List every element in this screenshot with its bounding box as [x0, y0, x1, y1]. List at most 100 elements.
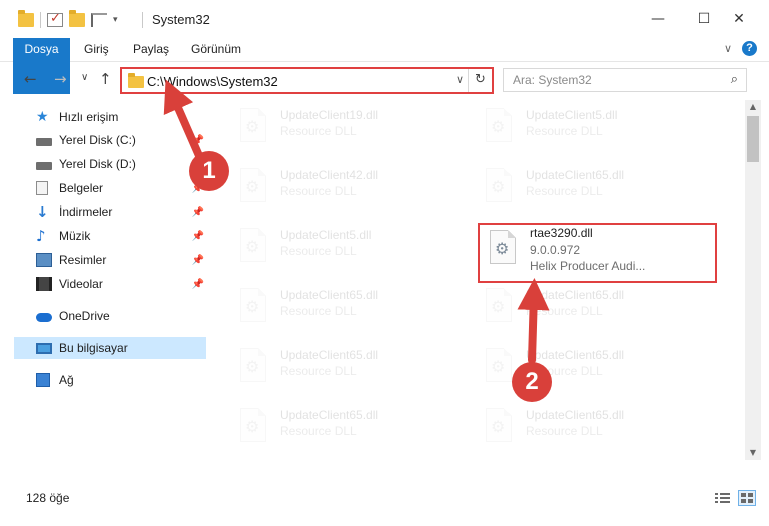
file-item[interactable]: ⚙ UpdateClient19.dll Resource DLL: [230, 100, 470, 156]
scroll-up-icon[interactable]: ▲: [745, 100, 761, 114]
file-item[interactable]: ⚙ UpdateClient65.dll Resource DLL: [230, 400, 470, 456]
recent-locations-button[interactable]: ∨: [81, 72, 88, 83]
file-name: UpdateClient5.dll: [280, 228, 372, 242]
file-item[interactable]: ⚙ UpdateClient42.dll Resource DLL: [230, 160, 470, 216]
file-item[interactable]: ⚙ UpdateClient65.dll Resource DLL: [230, 280, 470, 336]
help-icon[interactable]: ?: [742, 41, 757, 56]
file-name: UpdateClient5.dll: [526, 108, 618, 122]
tab-view[interactable]: Görünüm: [191, 38, 241, 62]
file-item[interactable]: ⚙ UpdateClient65.dll Resource DLL: [476, 160, 716, 216]
sidebar-item-label: Bu bilgisayar: [59, 341, 128, 355]
file-item[interactable]: ⚙ UpdateClient65.dll Resource DLL: [476, 280, 716, 336]
file-name: UpdateClient65.dll: [280, 348, 379, 362]
callout-badge-1: 1: [189, 151, 229, 191]
tab-home[interactable]: Giriş: [84, 38, 109, 62]
file-type: Resource DLL: [526, 184, 603, 198]
folder-icon: [128, 73, 144, 88]
dll-file-icon: ⚙: [236, 168, 270, 206]
file-type: Resource DLL: [280, 304, 357, 318]
sidebar-item-videos[interactable]: Videolar 📌: [14, 273, 206, 295]
refresh-button[interactable]: ↻: [468, 69, 492, 92]
sidebar-item-downloads[interactable]: ↓ İndirmeler 📌: [14, 201, 206, 223]
navigation-pane: ★ Hızlı erişim Yerel Disk (C:) 📌 Yerel D…: [0, 100, 210, 458]
dll-file-icon: ⚙: [236, 408, 270, 446]
pictures-icon: [36, 253, 52, 267]
large-icons-view-icon[interactable]: [738, 490, 756, 506]
properties-check-icon[interactable]: [47, 11, 63, 27]
folder-icon[interactable]: [18, 10, 34, 27]
sidebar-item-label: Resimler: [59, 253, 107, 267]
vertical-scrollbar[interactable]: ▲ ▼: [745, 100, 761, 460]
sidebar-item-pictures[interactable]: Resimler 📌: [14, 249, 206, 271]
search-box[interactable]: ⌕: [503, 68, 747, 92]
file-item[interactable]: ⚙ UpdateClient5.dll Resource DLL: [476, 100, 716, 156]
maximize-button[interactable]: ☐: [684, 4, 724, 34]
pin-icon[interactable]: 📌: [192, 279, 204, 290]
file-name: UpdateClient65.dll: [280, 408, 379, 422]
address-path[interactable]: C:\Windows\System32: [147, 74, 278, 89]
sidebar-item-local-disk-d[interactable]: Yerel Disk (D:) 📌: [14, 153, 206, 175]
network-icon: [36, 373, 50, 387]
sidebar-item-network[interactable]: Ağ: [14, 369, 206, 391]
close-button[interactable]: ✕: [719, 4, 759, 34]
search-input[interactable]: [504, 69, 704, 91]
file-name: UpdateClient65.dll: [526, 168, 625, 182]
file-type: Resource DLL: [280, 244, 357, 258]
file-item[interactable]: ⚙ UpdateClient65.dll Resource DLL: [476, 400, 716, 456]
file-type: Resource DLL: [280, 124, 357, 138]
file-item[interactable]: ⚙ UpdateClient5.dll Resource DLL: [230, 220, 470, 276]
scroll-down-icon[interactable]: ▼: [745, 446, 761, 460]
dll-file-icon: ⚙: [482, 168, 516, 206]
scroll-thumb[interactable]: [747, 116, 759, 162]
forward-button[interactable]: →: [54, 70, 67, 88]
sidebar-item-label: Yerel Disk (D:): [59, 157, 136, 171]
ribbon-tabs: Dosya Giriş Paylaş Görünüm ∨ ?: [0, 38, 769, 94]
file-type: Resource DLL: [280, 424, 357, 438]
back-button[interactable]: ←: [24, 70, 37, 88]
file-name: UpdateClient65.dll: [526, 408, 625, 422]
pin-icon[interactable]: 📌: [192, 255, 204, 266]
dll-file-icon: ⚙: [236, 348, 270, 386]
sidebar-item-music[interactable]: ♪ Müzik 📌: [14, 225, 206, 247]
file-name: UpdateClient19.dll: [280, 108, 379, 122]
file-item[interactable]: ⚙ UpdateClient65.dll Resource DLL: [230, 340, 470, 396]
file-type: Resource DLL: [280, 364, 357, 378]
address-bar[interactable]: C:\Windows\System32 ∨ ↻: [120, 67, 494, 94]
customize-toolbar-dropdown-icon[interactable]: ▾: [113, 15, 118, 25]
tab-share[interactable]: Paylaş: [133, 38, 169, 62]
videos-icon: [36, 277, 52, 291]
dll-file-icon: ⚙: [236, 288, 270, 326]
new-folder-icon[interactable]: [69, 10, 85, 27]
up-button[interactable]: ↑: [99, 70, 112, 88]
sidebar-item-local-disk-c[interactable]: Yerel Disk (C:) 📌: [14, 129, 206, 151]
file-type: Resource DLL: [526, 124, 603, 138]
sidebar-item-documents[interactable]: Belgeler 📌: [14, 177, 206, 199]
search-icon[interactable]: ⌕: [731, 72, 738, 87]
sidebar-item-label: Videolar: [59, 277, 103, 291]
address-dropdown-icon[interactable]: ∨: [456, 73, 464, 86]
sidebar-item-label: İndirmeler: [59, 205, 113, 219]
pin-icon[interactable]: 📌: [192, 231, 204, 242]
dll-file-icon: ⚙: [236, 108, 270, 146]
drive-icon: [36, 137, 52, 146]
divider: [40, 12, 41, 28]
pin-icon[interactable]: 📌: [192, 207, 204, 218]
sidebar-item-label: Ağ: [59, 373, 74, 387]
music-icon: ♪: [36, 227, 46, 245]
file-name: UpdateClient42.dll: [280, 168, 379, 182]
sidebar-item-label: Hızlı erişim: [59, 110, 119, 124]
divider: [142, 12, 143, 28]
item-count: 128 öğe: [26, 491, 70, 505]
download-icon: ↓: [36, 203, 49, 221]
sidebar-item-label: Belgeler: [59, 181, 104, 195]
sidebar-item-this-pc[interactable]: Bu bilgisayar: [14, 337, 206, 359]
quick-access-properties-icon[interactable]: [91, 13, 107, 27]
sidebar-item-onedrive[interactable]: OneDrive: [14, 305, 206, 327]
navigation-bar: ← → ∨ ↑ C:\Windows\System32 ∨ ↻ ⌕: [0, 62, 769, 96]
details-view-icon[interactable]: [714, 490, 732, 506]
pin-icon[interactable]: 📌: [192, 135, 204, 146]
title-bar: ▾ System32 — ☐ ✕: [0, 0, 769, 38]
sidebar-item-quick-access[interactable]: ★ Hızlı erişim: [14, 106, 206, 128]
expand-ribbon-icon[interactable]: ∨: [724, 42, 732, 55]
minimize-button[interactable]: —: [638, 4, 678, 34]
